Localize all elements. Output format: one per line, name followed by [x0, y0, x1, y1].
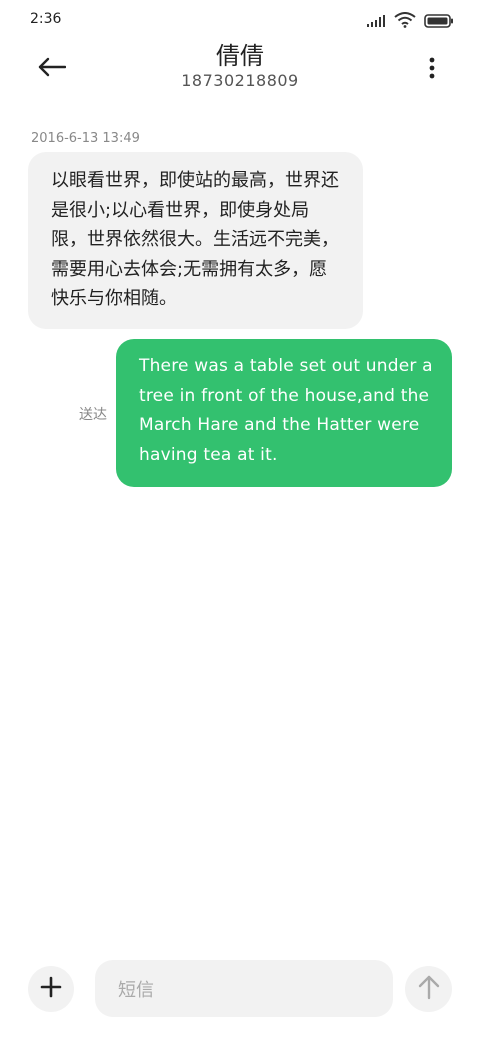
- signal-icon: [366, 13, 386, 32]
- status-time: 2:36: [30, 11, 62, 27]
- plus-icon: [40, 976, 62, 1002]
- message-timestamp: 2016-6-13 13:49: [31, 131, 140, 146]
- send-button[interactable]: [405, 966, 452, 1012]
- status-icons: [366, 12, 454, 32]
- contact-title[interactable]: 倩倩 18730218809: [0, 42, 480, 92]
- delivery-status: 送达: [79, 407, 107, 423]
- more-vertical-icon: [429, 57, 435, 83]
- more-options-button[interactable]: [422, 54, 442, 86]
- battery-icon: [424, 13, 454, 32]
- wifi-icon: [394, 12, 416, 32]
- contact-number: 18730218809: [181, 71, 299, 90]
- arrow-up-icon: [417, 974, 441, 1004]
- conversation-header: 倩倩 18730218809: [0, 40, 480, 102]
- add-attachment-button[interactable]: [28, 966, 74, 1012]
- message-input[interactable]: 短信: [95, 960, 393, 1017]
- status-bar: 2:36: [0, 0, 480, 40]
- outgoing-message-bubble[interactable]: There was a table set out under a tree i…: [116, 339, 452, 487]
- incoming-message-bubble[interactable]: 以眼看世界，即使站的最高，世界还是很小;以心看世界，即使身处局限，世界依然很大。…: [28, 152, 363, 329]
- message-input-placeholder: 短信: [118, 979, 154, 1001]
- contact-name: 倩倩: [216, 42, 264, 70]
